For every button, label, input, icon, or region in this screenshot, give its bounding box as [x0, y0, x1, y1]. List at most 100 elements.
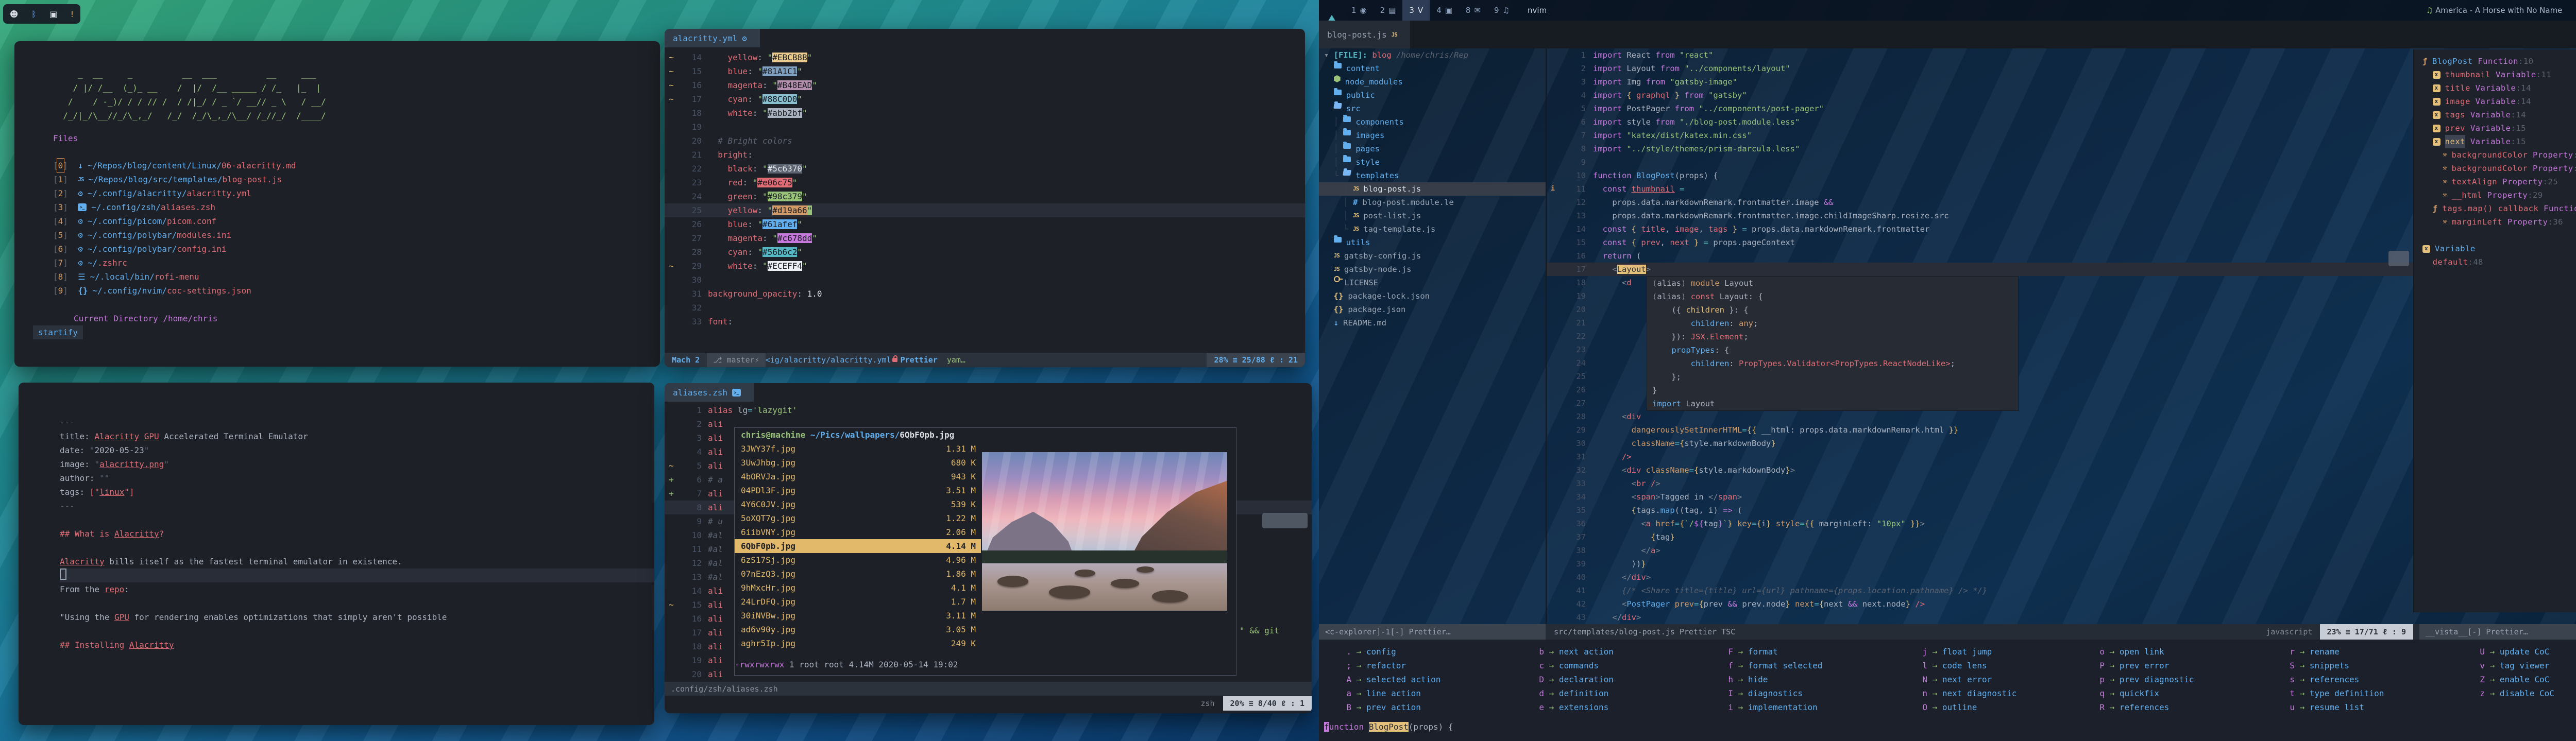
file-item[interactable]: 9hMxcHr.jpg4.1 M [735, 581, 981, 595]
vista-item[interactable]: xthumbnail Variable:11 [2414, 68, 2576, 81]
which-key-binding[interactable]: N → next error [1910, 673, 2016, 686]
which-key-binding[interactable]: q → quickfix [2087, 686, 2194, 700]
which-key-binding[interactable]: c → commands [1527, 659, 1614, 673]
tree-item-style[interactable]: │ style [1319, 156, 1546, 169]
which-key-binding[interactable]: F → format [1716, 645, 1822, 659]
tree-item-LICENSE[interactable]: LICENSE [1319, 276, 1546, 289]
which-key-binding[interactable]: D → declaration [1527, 673, 1614, 686]
which-key-binding[interactable]: d → definition [1527, 686, 1614, 700]
startify-entry[interactable]: [0] ↓~/Repos/blog/content/Linux/06-alacr… [53, 159, 650, 173]
which-key-binding[interactable]: u → resume list [2277, 700, 2384, 714]
file-item[interactable]: 5oXQT7g.jpg1.22 M [735, 511, 981, 525]
tree-item-gatsby-config.js[interactable]: JSgatsby-config.js [1319, 249, 1546, 263]
float-scrollbar-thumb[interactable] [1262, 513, 1308, 528]
file-item[interactable]: 07nEzQ3.jpg1.86 M [735, 567, 981, 581]
terminal-window-alacritty-yml[interactable]: alacritty.yml⚙ ~14 yellow: "#EBCB8B"~15 … [665, 29, 1305, 367]
which-key-binding[interactable]: S → snippets [2277, 659, 2384, 673]
vista-item[interactable]: ⚒marginLeft Property:36 [2414, 215, 2576, 229]
tree-item-package.json[interactable]: {}package.json [1319, 303, 1546, 316]
which-key-binding[interactable]: r → rename [2277, 645, 2384, 659]
tree-item-images[interactable]: │ images [1319, 129, 1546, 142]
which-key-binding[interactable]: a → line action [1334, 686, 1440, 700]
discord-icon[interactable]: ☻ [10, 9, 19, 19]
which-key-binding[interactable]: p → prev diagnostic [2087, 673, 2194, 686]
tree-item-blog-post.js[interactable]: │ JSblog-post.js [1319, 182, 1546, 196]
vista-item[interactable]: xtags Variable:14 [2414, 108, 2576, 122]
startify-entry[interactable]: [2] ⚙~/.config/alacritty/alacritty.yml [53, 186, 650, 200]
bluetooth-icon[interactable]: ᛒ [31, 9, 37, 19]
which-key-binding[interactable]: j → float jump [1910, 645, 2016, 659]
file-item[interactable]: 6QbF0pb.jpg4.14 M [735, 539, 981, 553]
startify-entry[interactable]: [4] ⚙~/.config/picom/picom.conf [53, 214, 650, 228]
notification-icon[interactable]: ! [71, 9, 74, 19]
file-item[interactable]: aghr5Ip.jpg249 K [735, 636, 981, 650]
which-key-binding[interactable]: Z → enable CoC [2467, 673, 2554, 686]
vista-item[interactable]: default:48 [2414, 255, 2576, 269]
vista-scrollbar-thumb[interactable] [2388, 251, 2409, 266]
which-key-binding[interactable]: b → next action [1527, 645, 1614, 659]
file-manager-float[interactable]: chris@machine ~/Pics/wallpapers/6QbF0pb.… [734, 427, 1236, 676]
vista-item[interactable]: ⚒__html Property:29 [2414, 188, 2576, 202]
tree-item-public[interactable]: public [1319, 89, 1546, 102]
terminal-window-markdown[interactable]: ---title: Alacritty GPU Accelerated Term… [19, 383, 654, 725]
which-key-binding[interactable]: z → disable CoC [2467, 686, 2554, 700]
now-playing[interactable]: ♫ America - A Horse with No Name [2426, 6, 2563, 15]
startify-entry[interactable]: [6] ⚙~/.config/polybar/config.ini [53, 242, 650, 256]
startify-entry[interactable]: [1] JS~/Repos/blog/src/templates/blog-po… [53, 173, 650, 186]
workspace-3[interactable]: 3Ⅴ [1402, 0, 1430, 21]
file-item[interactable]: 24LrDFQ.jpg1.7 M [735, 595, 981, 609]
startify-entry[interactable]: [8] ☰~/.local/bin/rofi-menu [53, 270, 650, 284]
tree-item-components[interactable]: │ components [1319, 115, 1546, 129]
buffer-tab-blog-post[interactable]: blog-post.jsJS [1319, 21, 1410, 48]
tree-item-post-list.js[interactable]: │ JSpost-list.js [1319, 209, 1546, 222]
which-key-binding[interactable]: . → config [1334, 645, 1440, 659]
which-key-binding[interactable]: v → tag viewer [2467, 659, 2554, 673]
tree-item-blog-post.module.le[interactable]: │ #blog-post.module.le [1319, 196, 1546, 209]
file-item[interactable]: 4bORVJa.jpg943 K [735, 470, 981, 484]
which-key-binding[interactable]: h → hide [1716, 673, 1822, 686]
which-key-binding[interactable]: s → references [2277, 673, 2384, 686]
terminal-window-startify[interactable]: _ __ _ __ ___ __ ___ / |/ /__ (_)_ __ / … [14, 41, 660, 367]
tree-item-src[interactable]: src [1319, 102, 1546, 115]
file-item[interactable]: 3UwJhbg.jpg680 K [735, 456, 981, 470]
which-key-binding[interactable]: f → format selected [1716, 659, 1822, 673]
which-key-binding[interactable]: e → extensions [1527, 700, 1614, 714]
startify-entry[interactable]: [9] {}~/.config/nvim/coc-settings.json [53, 284, 650, 298]
vista-item[interactable]: ⚒backgroundColor Property: [2414, 148, 2576, 162]
file-item[interactable]: 4Y6C0JV.jpg539 K [735, 497, 981, 511]
file-item[interactable]: ad6v90y.jpg3.05 M [735, 623, 981, 636]
workspace-8[interactable]: 8✉ [1459, 0, 1487, 21]
tree-item-templates[interactable]: └ templates [1319, 169, 1546, 182]
file-item[interactable]: 6zS17Sj.jpg4.96 M [735, 553, 981, 567]
tree-item-node_modules[interactable]: node_modules [1319, 75, 1546, 89]
vista-item[interactable]: ⚒textAlign Property:25 [2414, 175, 2576, 188]
which-key-binding[interactable]: i → implementation [1716, 700, 1822, 714]
vista-item[interactable]: xnext Variable:15 [2414, 135, 2576, 148]
vista-blank[interactable] [2414, 229, 2576, 242]
tree-item-pages[interactable]: │ pages [1319, 142, 1546, 156]
tree-item-tag-template.js[interactable]: └ JStag-template.js [1319, 222, 1546, 236]
file-item[interactable]: 6iibVNY.jpg2.06 M [735, 525, 981, 539]
which-key-binding[interactable]: n → next diagnostic [1910, 686, 2016, 700]
tree-item-package-lock.json[interactable]: {}package-lock.json [1319, 289, 1546, 303]
which-key-binding[interactable]: P → prev error [2087, 659, 2194, 673]
vista-item[interactable]: ximage Variable:14 [2414, 95, 2576, 108]
tree-item-README.md[interactable]: ↓README.md [1319, 316, 1546, 330]
tree-item-content[interactable]: content [1319, 62, 1546, 75]
startify-entry[interactable]: [5] ⚙~/.config/polybar/modules.ini [53, 228, 650, 242]
workspace-2[interactable]: 2▤ [1374, 0, 1403, 21]
explorer-root[interactable]: ▾ [FILE]: blog /home/chris/Rep [1319, 48, 1546, 62]
buffer-tab-alacritty-yml[interactable]: alacritty.yml⚙ [665, 29, 760, 47]
screen-share-icon[interactable]: ▣ [49, 9, 57, 19]
vista-item[interactable]: xVariable [2414, 242, 2576, 255]
tree-item-gatsby-node.js[interactable]: JSgatsby-node.js [1319, 263, 1546, 276]
startify-entry[interactable]: [7] ⚙~/.zshrc [53, 256, 650, 270]
vista-item[interactable]: xprev Variable:15 [2414, 122, 2576, 135]
arch-logo-icon[interactable] [1319, 6, 1345, 15]
which-key-binding[interactable]: O → outline [1910, 700, 2016, 714]
which-key-binding[interactable]: l → code lens [1910, 659, 2016, 673]
which-key-binding[interactable]: ; → refactor [1334, 659, 1440, 673]
which-key-binding[interactable]: U → update CoC [2467, 645, 2554, 659]
which-key-binding[interactable]: R → references [2087, 700, 2194, 714]
vista-item[interactable]: ƒBlogPost Function:10 [2414, 55, 2576, 68]
